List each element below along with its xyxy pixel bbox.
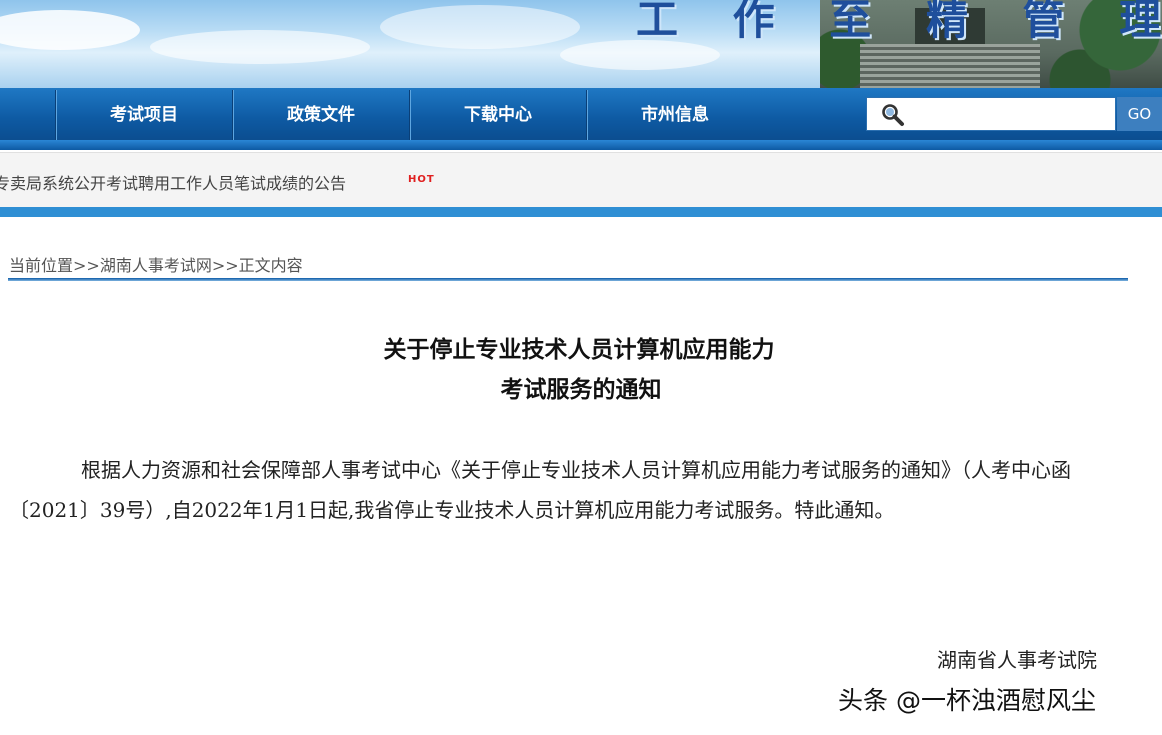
nav-item-policy-documents[interactable]: 政策文件: [233, 88, 409, 140]
nav-bottom-strip: [0, 140, 1162, 150]
article-body: 根据人力资源和社会保障部人事考试中心《关于停止专业技术人员计算机应用能力考试服务…: [9, 458, 1071, 522]
ticker-link[interactable]: 专卖局系统公开考试聘用工作人员笔试成绩的公告: [0, 170, 346, 194]
banner-slogan: 工 作 至 精 管 理 至 严: [636, 0, 1162, 44]
hot-badge: HOT: [408, 174, 435, 185]
nav-item-download-center[interactable]: 下载中心: [410, 88, 586, 140]
search-input[interactable]: [913, 102, 1113, 128]
banner-cloud: [380, 5, 580, 49]
watermark: 头条 @一杯浊酒慰风尘: [838, 686, 1096, 715]
section-divider: [0, 207, 1162, 217]
search-box: [866, 97, 1116, 131]
article-title-line-2: 考试服务的通知: [500, 376, 662, 403]
nav-item-exam-projects[interactable]: 考试项目: [56, 88, 232, 140]
article-signature: 湖南省人事考试院: [937, 648, 1097, 672]
search-icon[interactable]: [881, 103, 905, 127]
nav-item-city-info[interactable]: 市州信息: [587, 88, 763, 140]
breadcrumb-underline: [8, 278, 1128, 281]
banner-cloud: [150, 30, 370, 64]
breadcrumb[interactable]: 当前位置>>湖南人事考试网>>正文内容: [9, 252, 303, 276]
site-banner: 工 作 至 精 管 理 至 严: [0, 0, 1162, 88]
news-ticker: 专卖局系统公开考试聘用工作人员笔试成绩的公告 HOT: [0, 152, 1162, 207]
search-go-button[interactable]: GO: [1117, 97, 1162, 131]
article-title-line-1: 关于停止专业技术人员计算机应用能力: [383, 336, 775, 363]
banner-cloud: [0, 10, 140, 50]
main-nav-bar: 考试项目 政策文件 下载中心 市州信息 GO: [0, 88, 1162, 150]
banner-stairs: [860, 44, 1040, 88]
